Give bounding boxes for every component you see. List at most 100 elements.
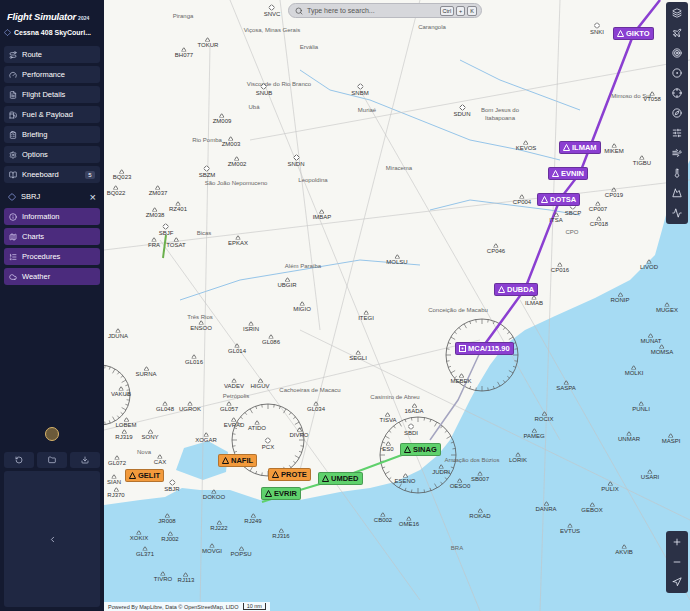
fix-label[interactable]: PUNLI [632, 406, 650, 413]
airport-label[interactable]: SNDN [287, 161, 304, 168]
fix-label[interactable]: GL016 [185, 359, 203, 366]
waypoint-pin[interactable]: DUBDA [494, 283, 538, 296]
fix-label[interactable]: RJ002 [161, 536, 178, 543]
fix-label[interactable]: JUDRI [432, 469, 450, 476]
sidebar-item[interactable]: Flight Details [4, 86, 100, 103]
fix-label[interactable]: BH077 [175, 52, 193, 59]
waypoint-pin[interactable]: GELIT [125, 469, 164, 482]
fix-label[interactable]: GL371 [136, 551, 154, 558]
fix-label[interactable]: UBGIR [277, 282, 296, 289]
fix-label[interactable]: ESENO [394, 478, 415, 485]
fix-label[interactable]: ES0 [382, 446, 393, 453]
airport-label[interactable]: SBJF [159, 230, 174, 237]
waypoint-pin[interactable]: EVRIR [261, 487, 301, 500]
fix-label[interactable]: TIVRO [154, 576, 172, 583]
fix-label[interactable]: CP016 [551, 267, 569, 274]
fix-label[interactable]: VAKUB [111, 391, 131, 398]
zoom-out-button[interactable] [668, 553, 686, 571]
fix-label[interactable]: XOGAR [195, 437, 217, 444]
place-label[interactable]: Miracema [386, 165, 412, 172]
fix-label[interactable]: BQ023 [113, 174, 132, 181]
fix-label[interactable]: LORIK [509, 457, 527, 464]
sidebar-item[interactable]: Options [4, 146, 100, 163]
waypoint-pin[interactable]: SINAG [400, 443, 441, 456]
fix-label[interactable]: TIGBU [633, 160, 651, 167]
fix-label[interactable]: SIAN [107, 479, 121, 486]
tool-button[interactable] [668, 144, 686, 162]
airport-label[interactable]: SNVC [264, 11, 281, 18]
fix-label[interactable]: IMBAP [313, 214, 332, 221]
place-label[interactable]: Ubá [248, 104, 259, 111]
fix-label[interactable]: ZM037 [149, 190, 168, 197]
fix-label[interactable]: GL014 [228, 348, 246, 355]
fix-label[interactable]: RZ401 [169, 206, 187, 213]
sidebar-item[interactable]: Briefing [4, 126, 100, 143]
tool-button[interactable] [668, 104, 686, 122]
fix-label[interactable]: 16ADA [404, 408, 423, 415]
fix-label[interactable]: ISRIN [243, 326, 259, 333]
waypoint-pin[interactable]: EVNIN [548, 167, 588, 180]
fix-label[interactable]: RJ222 [210, 525, 227, 532]
fix-label[interactable]: TOKUR [198, 42, 219, 49]
fix-label[interactable]: GL034 [307, 406, 325, 413]
open-button[interactable] [37, 452, 67, 468]
reset-button[interactable] [4, 452, 34, 468]
sidebar-item[interactable]: Fuel & Payload [4, 106, 100, 123]
fix-label[interactable]: MOLKI [625, 370, 644, 377]
fix-label[interactable]: EVTUS [560, 528, 580, 535]
fix-label[interactable]: PULIX [601, 486, 618, 493]
search-field[interactable]: Type here to search...Ctrl+K [288, 3, 482, 18]
fix-label[interactable]: CP046 [487, 248, 505, 255]
airport-tab[interactable]: Weather [4, 268, 100, 285]
airport-label[interactable]: SDUN [453, 111, 470, 118]
fix-label[interactable]: CP018 [590, 221, 608, 228]
user-avatar[interactable] [45, 427, 59, 441]
fix-label[interactable]: GL086 [262, 339, 280, 346]
fix-label[interactable]: ILMAB [525, 300, 543, 307]
place-label[interactable]: Rio Pomba [192, 137, 222, 144]
fix-label[interactable]: ZM009 [213, 118, 232, 125]
fix-label[interactable]: MOMSA [651, 349, 674, 356]
fix-label[interactable]: AKVIB [615, 549, 633, 556]
fix-label[interactable]: LOBEM [115, 422, 136, 429]
fix-label[interactable]: VADEV [224, 383, 244, 390]
place-label[interactable]: Nova [137, 449, 151, 456]
waypoint-pin[interactable]: MCA/115.90 [455, 342, 514, 355]
fix-label[interactable]: DIVRO [289, 432, 308, 439]
fix-label[interactable]: USARI [641, 474, 659, 481]
fix-label[interactable]: POPSU [230, 551, 251, 558]
fix-label[interactable]: MOLSU [386, 259, 407, 266]
place-label[interactable]: BRA [451, 545, 463, 552]
airport-label[interactable]: SNBM [351, 90, 368, 97]
fix-label[interactable]: OME16 [399, 521, 419, 528]
waypoint-pin[interactable]: DOTSA [537, 193, 580, 206]
place-label[interactable]: Visconde do Rio Branco [247, 81, 311, 88]
fix-label[interactable]: GL072 [108, 460, 126, 467]
fix-label[interactable]: MIKEM [604, 148, 624, 155]
place-label[interactable]: Petrópolis [223, 393, 250, 400]
fix-label[interactable]: SONY [141, 434, 158, 441]
fix-label[interactable]: ZM002 [228, 161, 247, 168]
fix-label[interactable]: CAX [154, 459, 166, 466]
waypoint-pin[interactable]: NAFIL [218, 454, 257, 467]
sidebar-item[interactable]: Route [4, 46, 100, 63]
download-button[interactable] [70, 452, 100, 468]
fix-label[interactable]: TISVA [380, 417, 397, 424]
fix-label[interactable]: RJ319 [115, 434, 132, 441]
fix-label[interactable]: RJ316 [272, 533, 289, 540]
airport-label[interactable]: SNUB [256, 90, 273, 97]
fix-label[interactable]: MEBEK [450, 378, 471, 385]
fix-label[interactable]: OESO0 [450, 483, 471, 490]
sidebar-item[interactable]: Performance [4, 66, 100, 83]
aircraft-selector[interactable]: Cessna 408 SkyCouri... [4, 25, 100, 39]
fix-label[interactable]: GEBOX [581, 507, 602, 514]
map[interactable]: PirangaSNVCViçosa, Minas GeraisErváliaCa… [104, 0, 690, 611]
tool-button[interactable] [668, 164, 686, 182]
fix-label[interactable]: MASPI [662, 438, 681, 445]
place-label[interactable]: Conceição de Macabu [428, 307, 488, 314]
fix-label[interactable]: JDUNA [108, 333, 128, 340]
fix-label[interactable]: MUNAT [641, 338, 662, 345]
airport-tab[interactable]: Information [4, 208, 100, 225]
place-label[interactable]: Três Rios [187, 314, 212, 321]
fix-label[interactable]: ITSA [549, 217, 562, 224]
